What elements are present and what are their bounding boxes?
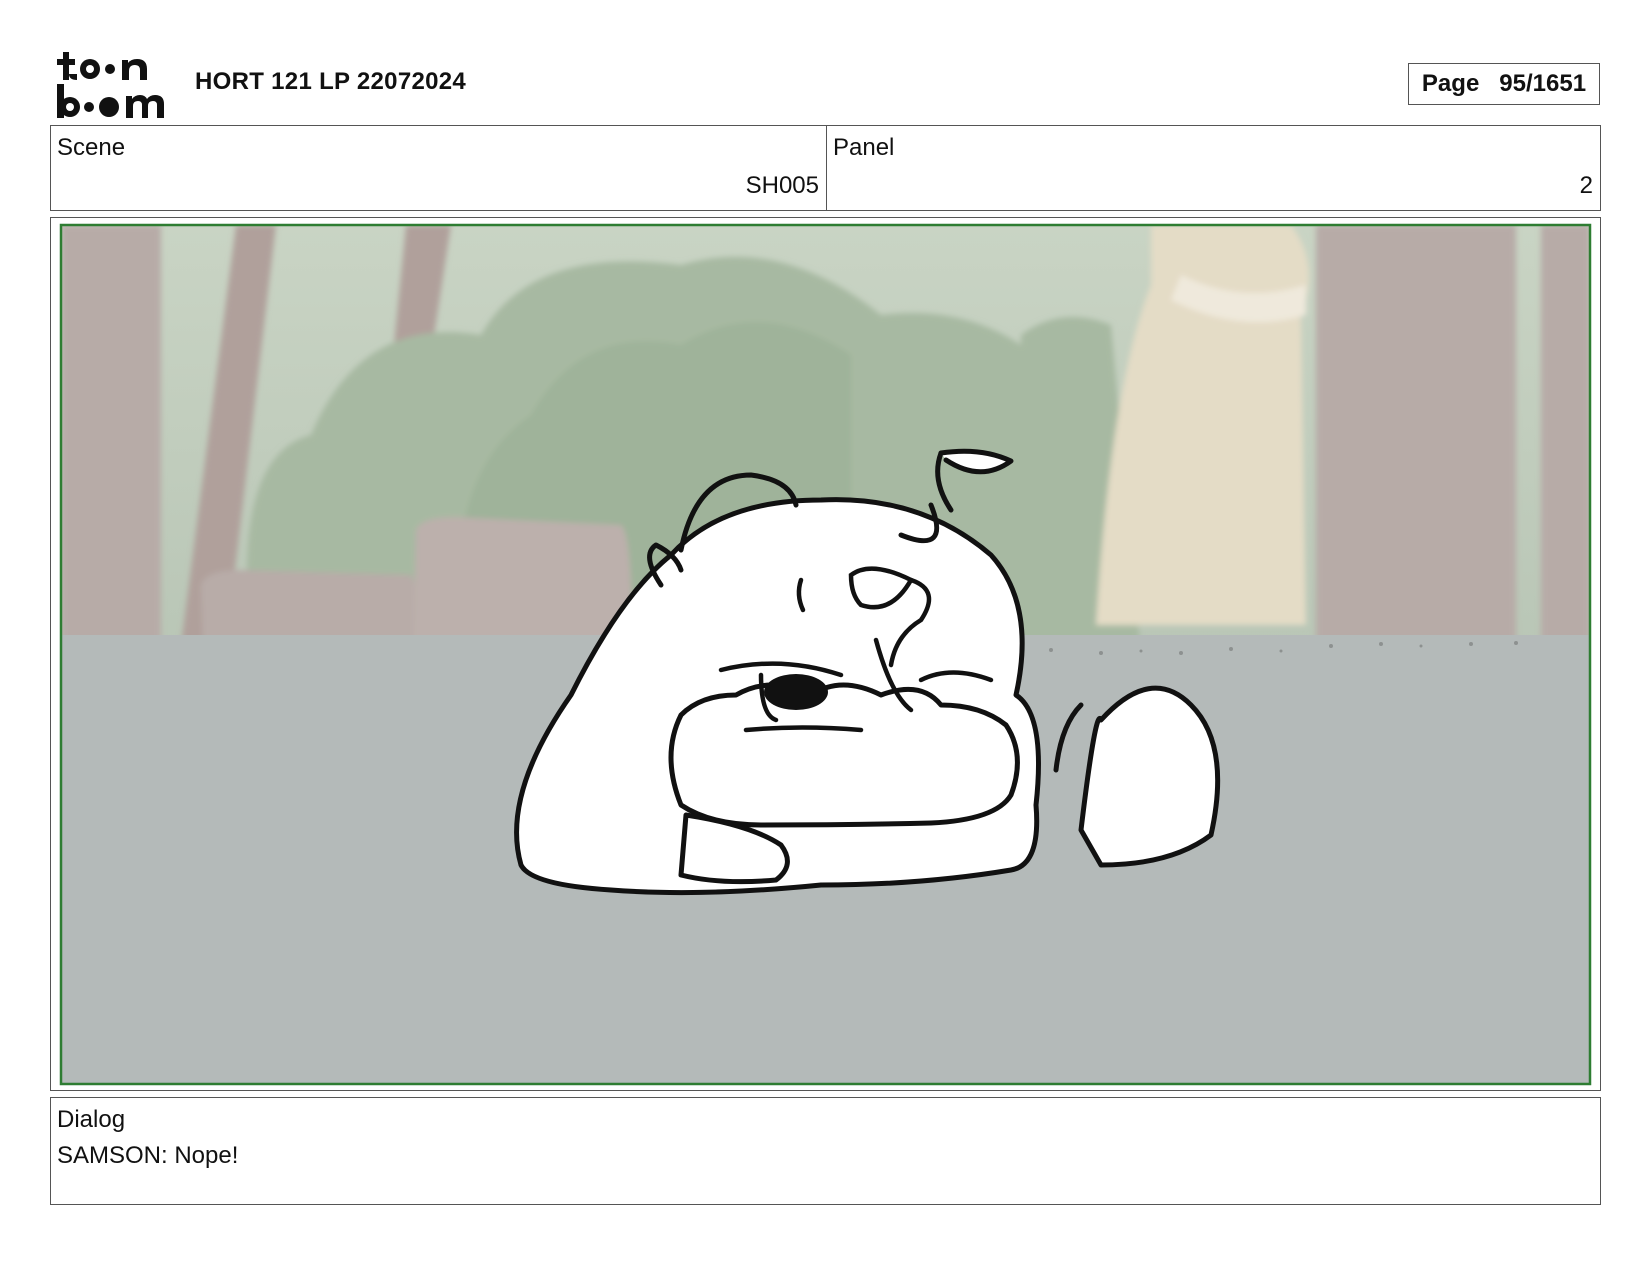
panel-cell: Panel 2: [827, 126, 1600, 210]
dialog-text: SAMSON: Nope!: [57, 1142, 239, 1169]
toon-boom-logo: [57, 52, 164, 118]
project-title: HORT 121 LP 22072024: [195, 68, 467, 95]
scene-cell: Scene SH005: [51, 126, 827, 210]
dialog-box: Dialog SAMSON: Nope!: [50, 1097, 1601, 1205]
storyboard-frame: [50, 217, 1601, 1091]
page-label: Page: [1421, 70, 1480, 97]
scene-label: Scene: [57, 134, 126, 161]
storyboard-panel-image: [61, 225, 1590, 1084]
panel-value: 2: [1579, 172, 1593, 199]
scene-panel-row: Scene SH005 Panel 2: [50, 125, 1601, 211]
panel-label: Panel: [833, 134, 895, 161]
scene-value: SH005: [745, 172, 819, 199]
page-number: 95/1651: [1499, 70, 1587, 97]
page-indicator: Page 95/1651: [1408, 63, 1600, 105]
dialog-label: Dialog: [57, 1106, 126, 1133]
